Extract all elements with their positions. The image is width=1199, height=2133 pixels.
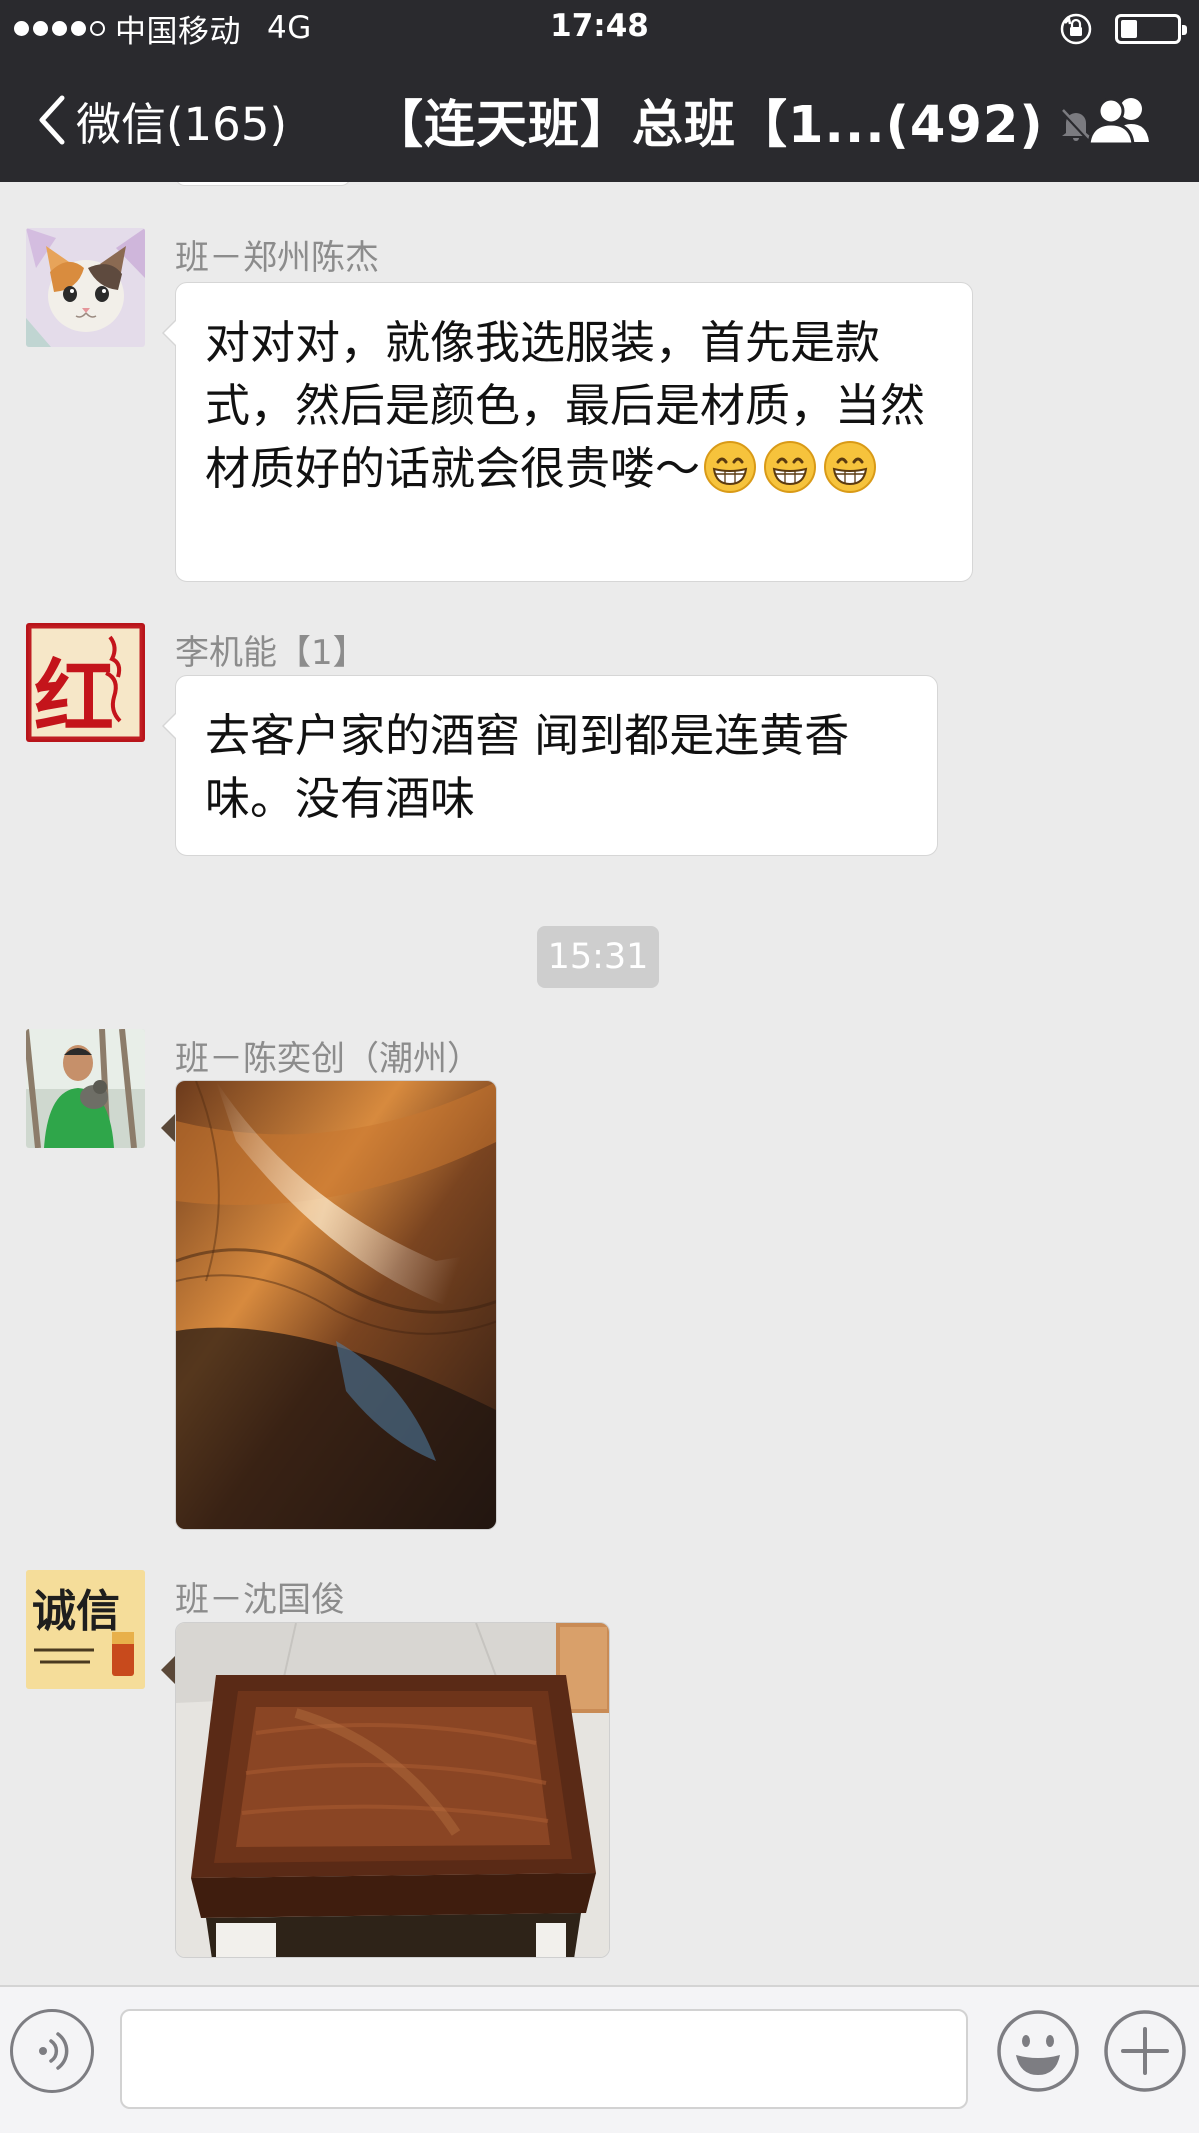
image-bubble-tail bbox=[161, 1656, 175, 1684]
avatar-cat[interactable] bbox=[26, 228, 145, 347]
avatar-chengxin[interactable]: 诚信 bbox=[26, 1570, 145, 1689]
sender-name: 班－郑州陈杰 bbox=[175, 238, 379, 278]
signal-strength-icon bbox=[14, 20, 105, 36]
more-actions-button[interactable] bbox=[1103, 2009, 1187, 2093]
back-button[interactable]: 微信(165) bbox=[34, 88, 287, 152]
previous-message-bubble bbox=[175, 182, 351, 186]
message-bubble[interactable]: 对对对，就像我选服装，首先是款式，然后是颜色，最后是材质，当然材质好的话就会很贵… bbox=[162, 282, 973, 582]
voice-input-button[interactable] bbox=[10, 2009, 94, 2093]
wood-grain-photo bbox=[176, 1081, 496, 1529]
battery-icon bbox=[1115, 14, 1187, 44]
group-members-icon[interactable] bbox=[1085, 92, 1155, 148]
smiley-icon bbox=[997, 2010, 1079, 2092]
avatar-calligraphy-text: 红 bbox=[34, 650, 114, 742]
message-bubble[interactable]: 去客户家的酒窖 闻到都是连黄香味。没有酒味 bbox=[162, 675, 938, 856]
sender-name: 班－沈国俊 bbox=[175, 1580, 345, 1620]
nav-bar: 微信(165) 【连天班】总班【1...(492) bbox=[0, 58, 1199, 182]
network-type: 4G bbox=[267, 10, 312, 46]
sender-name: 李机能【1】 bbox=[175, 633, 367, 673]
message-text: 去客户家的酒窖 闻到都是连黄香味。没有酒味 bbox=[205, 709, 850, 825]
status-left: 中国移动 4G bbox=[14, 8, 312, 50]
time-divider: 15:31 bbox=[537, 926, 659, 988]
sender-name: 班－陈奕创（潮州） bbox=[175, 1039, 481, 1079]
avatar-man-green-shirt[interactable] bbox=[26, 1029, 145, 1148]
image-bubble-tail bbox=[161, 1114, 175, 1142]
input-bar bbox=[0, 1985, 1199, 2133]
avatar-chengxin-text: 诚信 bbox=[32, 1586, 120, 1637]
cat-avatar-image bbox=[26, 228, 145, 347]
grin-emoji bbox=[704, 441, 757, 493]
grin-emoji bbox=[824, 441, 877, 493]
chevron-left-icon bbox=[39, 95, 65, 145]
chat-title: 【连天班】总班【1...(492) bbox=[372, 88, 1096, 155]
image-message-rosewood-tray[interactable] bbox=[175, 1622, 610, 1958]
rotation-lock-icon bbox=[1060, 13, 1092, 45]
chat-title-text: 【连天班】总班【1...(492) bbox=[372, 96, 1044, 155]
chat-area[interactable]: 班－郑州陈杰 对对对，就像我选服装，首先是款式，然后是颜色，最后是材质，当然材质… bbox=[0, 182, 1199, 1985]
battery-level bbox=[1121, 20, 1138, 38]
chengxin-avatar-image: 诚信 bbox=[26, 1570, 145, 1689]
man-avatar-image bbox=[26, 1029, 145, 1148]
red-calligraphy-avatar-image: 红 bbox=[26, 623, 145, 742]
plus-icon bbox=[1104, 2010, 1186, 2092]
avatar-red-calligraphy[interactable]: 红 bbox=[26, 623, 145, 742]
status-bar: 中国移动 4G 17:48 bbox=[0, 0, 1199, 58]
status-right bbox=[1059, 10, 1187, 48]
emoji-button[interactable] bbox=[996, 2009, 1080, 2093]
image-message-wood-grain[interactable] bbox=[175, 1080, 497, 1530]
grin-emoji bbox=[764, 441, 817, 493]
rosewood-tray-photo bbox=[176, 1623, 609, 1957]
voice-icon bbox=[39, 2032, 69, 2070]
back-label: 微信(165) bbox=[76, 97, 288, 151]
carrier-name: 中国移动 bbox=[115, 13, 241, 50]
message-input[interactable] bbox=[120, 2009, 968, 2109]
